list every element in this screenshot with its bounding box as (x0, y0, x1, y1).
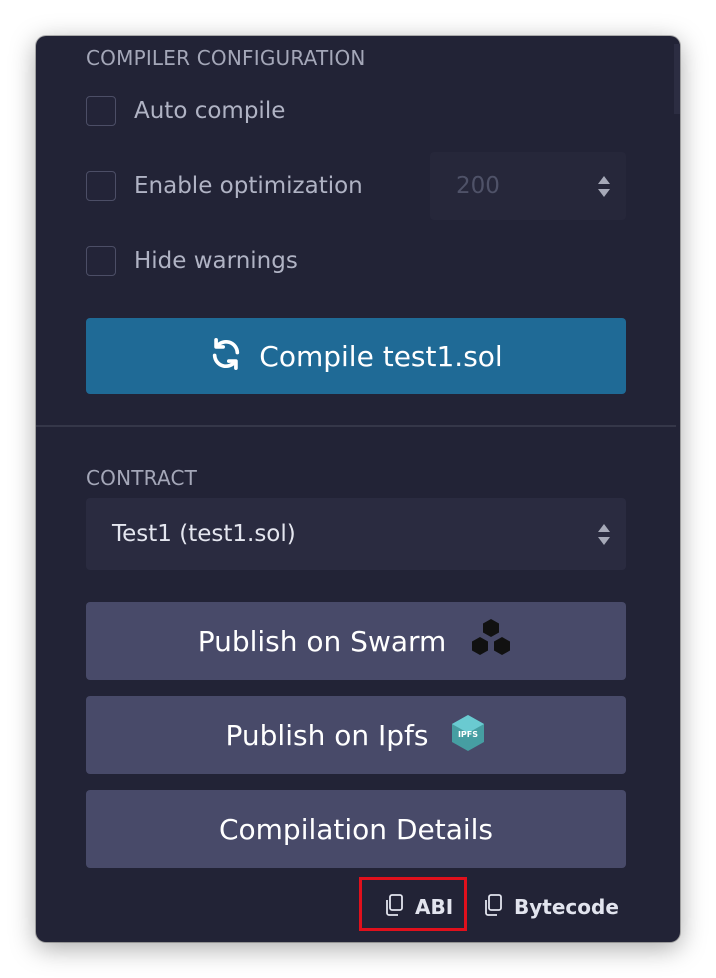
auto-compile-option[interactable]: Auto compile (86, 94, 285, 128)
hide-warnings-option[interactable]: Hide warnings (86, 244, 298, 278)
compile-button[interactable]: Compile test1.sol (86, 318, 626, 394)
swarm-icon (468, 617, 514, 665)
compile-button-label: Compile test1.sol (259, 339, 503, 373)
optimization-runs-input[interactable]: 200 (430, 152, 626, 220)
section-divider (36, 425, 676, 427)
svg-text:IPFS: IPFS (458, 730, 478, 739)
hide-warnings-checkbox[interactable] (86, 246, 116, 276)
ipfs-icon: IPFS (450, 714, 486, 756)
spinner-icon[interactable] (598, 175, 610, 197)
enable-optimization-label: Enable optimization (134, 173, 363, 199)
enable-optimization-option[interactable]: Enable optimization (86, 169, 363, 203)
publish-ipfs-label: Publish on Ipfs (225, 718, 429, 752)
auto-compile-checkbox[interactable] (86, 96, 116, 126)
publish-ipfs-button[interactable]: Publish on Ipfs IPFS (86, 696, 626, 774)
refresh-icon (209, 337, 243, 375)
compilation-details-label: Compilation Details (218, 812, 494, 846)
enable-optimization-checkbox[interactable] (86, 171, 116, 201)
abi-highlight-box (359, 877, 467, 931)
select-chevron-icon (598, 523, 610, 545)
bytecode-label: Bytecode (514, 895, 619, 919)
contract-title: CONTRACT (86, 466, 198, 490)
copy-bytecode-button[interactable]: Bytecode (482, 893, 619, 921)
hide-warnings-label: Hide warnings (134, 248, 298, 274)
auto-compile-label: Auto compile (134, 98, 286, 124)
publish-swarm-label: Publish on Swarm (197, 624, 447, 658)
copy-icon (482, 893, 504, 921)
solidity-compiler-panel: COMPILER CONFIGURATION Auto compile Enab… (36, 36, 680, 942)
compilation-details-button[interactable]: Compilation Details (86, 790, 626, 868)
contract-select-value: Test1 (test1.sol) (112, 521, 296, 547)
scrollbar[interactable] (674, 44, 680, 114)
compiler-configuration-title: COMPILER CONFIGURATION (86, 46, 366, 70)
publish-swarm-button[interactable]: Publish on Swarm (86, 602, 626, 680)
optimization-runs-value: 200 (456, 173, 500, 199)
contract-select[interactable]: Test1 (test1.sol) (86, 498, 626, 570)
